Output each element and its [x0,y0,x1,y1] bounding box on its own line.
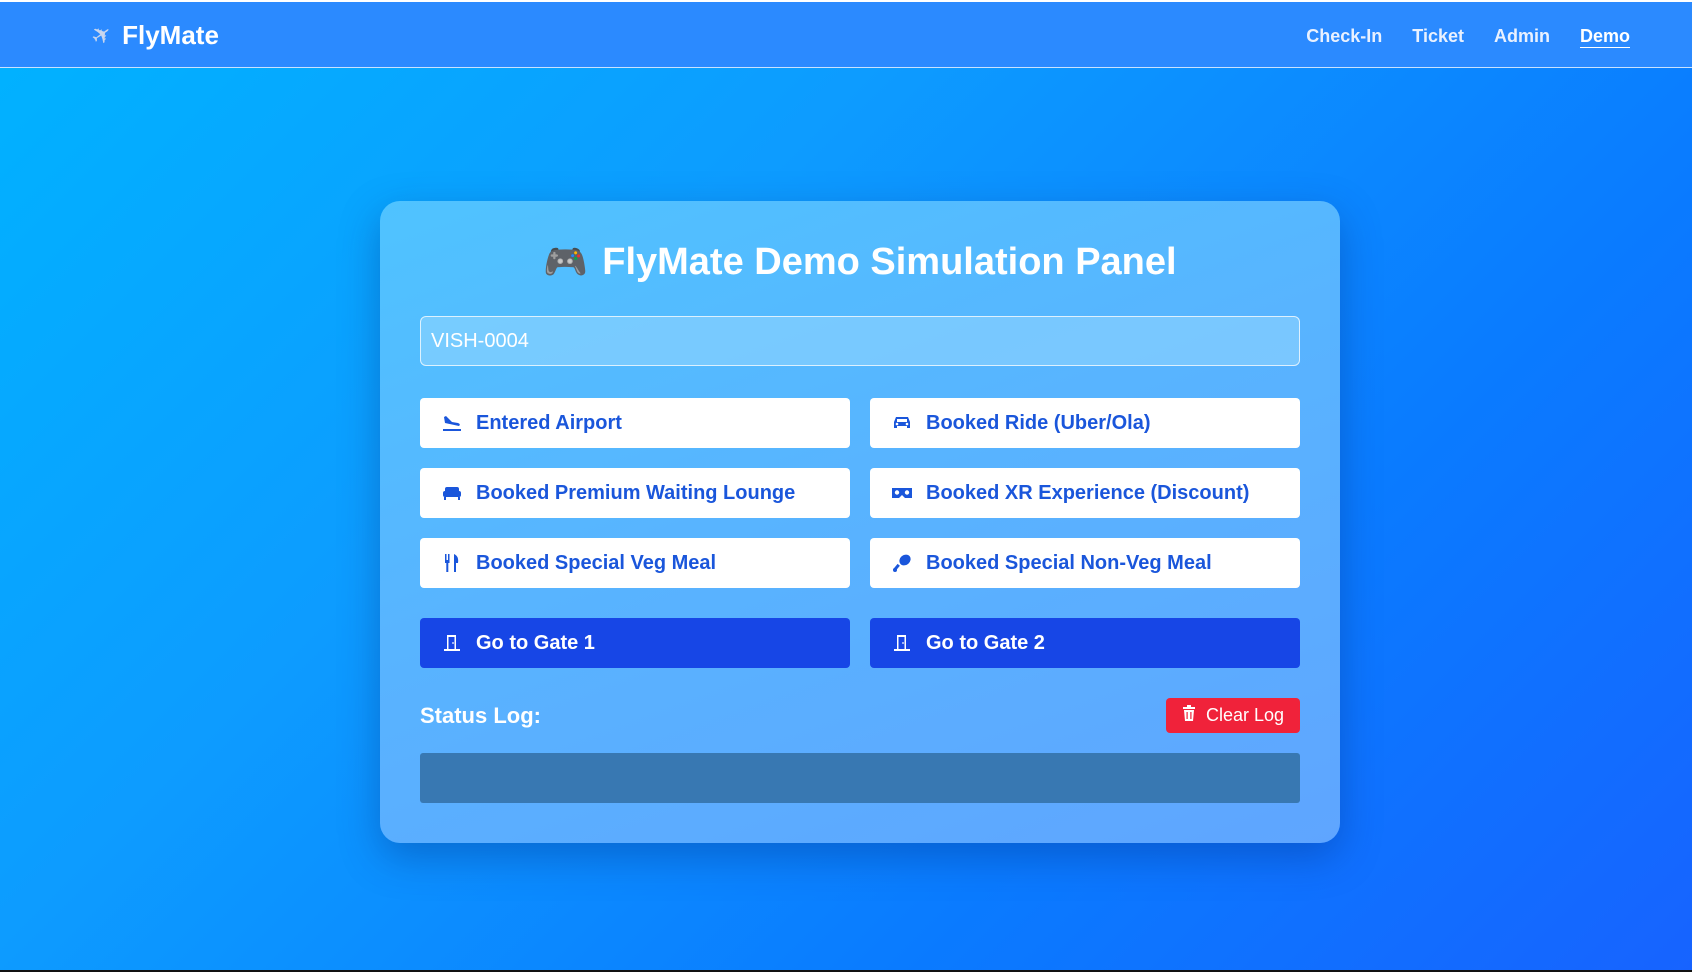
booked-xr-button[interactable]: Booked XR Experience (Discount) [870,468,1300,518]
booked-lounge-button[interactable]: Booked Premium Waiting Lounge [420,468,850,518]
go-to-gate-2-button[interactable]: Go to Gate 2 [870,618,1300,668]
panel-title-text: FlyMate Demo Simulation Panel [602,241,1177,283]
go-to-gate-1-label: Go to Gate 1 [476,631,595,654]
plane-landing-icon [440,414,464,432]
brand-name: FlyMate [122,20,219,50]
booked-ride-label: Booked Ride (Uber/Ola) [926,411,1151,434]
door-icon [890,634,914,652]
drumstick-icon [890,553,914,573]
booked-veg-meal-button[interactable]: Booked Special Veg Meal [420,538,850,588]
door-icon [440,634,464,652]
booked-nonveg-meal-label: Booked Special Non-Veg Meal [926,551,1212,574]
car-icon [890,415,914,431]
gamepad-icon: 🎮 [543,241,589,282]
booked-lounge-label: Booked Premium Waiting Lounge [476,481,796,504]
entered-airport-button[interactable]: Entered Airport [420,398,850,448]
panel-title: 🎮 FlyMate Demo Simulation Panel [380,241,1340,284]
utensils-icon [440,553,464,573]
navbar: ✈ FlyMate Check-In Ticket Admin Demo [0,2,1692,68]
brand[interactable]: ✈ FlyMate [86,19,219,53]
clear-log-label: Clear Log [1205,705,1285,725]
nav-links: Check-In Ticket Admin Demo [1306,26,1630,47]
passenger-id-input[interactable] [420,316,1300,366]
airplane-icon: ✈ [86,18,119,53]
entered-airport-label: Entered Airport [476,411,622,434]
nav-link-ticket[interactable]: Ticket [1412,26,1464,47]
booked-veg-meal-label: Booked Special Veg Meal [476,551,717,574]
clear-log-button[interactable]: Clear Log [1166,698,1300,733]
booked-nonveg-meal-button[interactable]: Booked Special Non-Veg Meal [870,538,1300,588]
nav-link-check-in[interactable]: Check-In [1306,26,1382,47]
status-log-output [420,753,1300,803]
couch-icon [440,486,464,500]
booked-ride-button[interactable]: Booked Ride (Uber/Ola) [870,398,1300,448]
demo-simulation-panel: 🎮 FlyMate Demo Simulation Panel Entered A… [380,201,1340,843]
go-to-gate-1-button[interactable]: Go to Gate 1 [420,618,850,668]
vr-headset-icon [890,486,914,500]
go-to-gate-2-label: Go to Gate 2 [926,631,1045,654]
nav-link-demo[interactable]: Demo [1580,26,1630,47]
status-log-label: Status Log: [420,703,541,728]
nav-link-admin[interactable]: Admin [1494,26,1550,47]
trash-icon [1182,705,1196,726]
booked-xr-label: Booked XR Experience (Discount) [926,481,1250,504]
